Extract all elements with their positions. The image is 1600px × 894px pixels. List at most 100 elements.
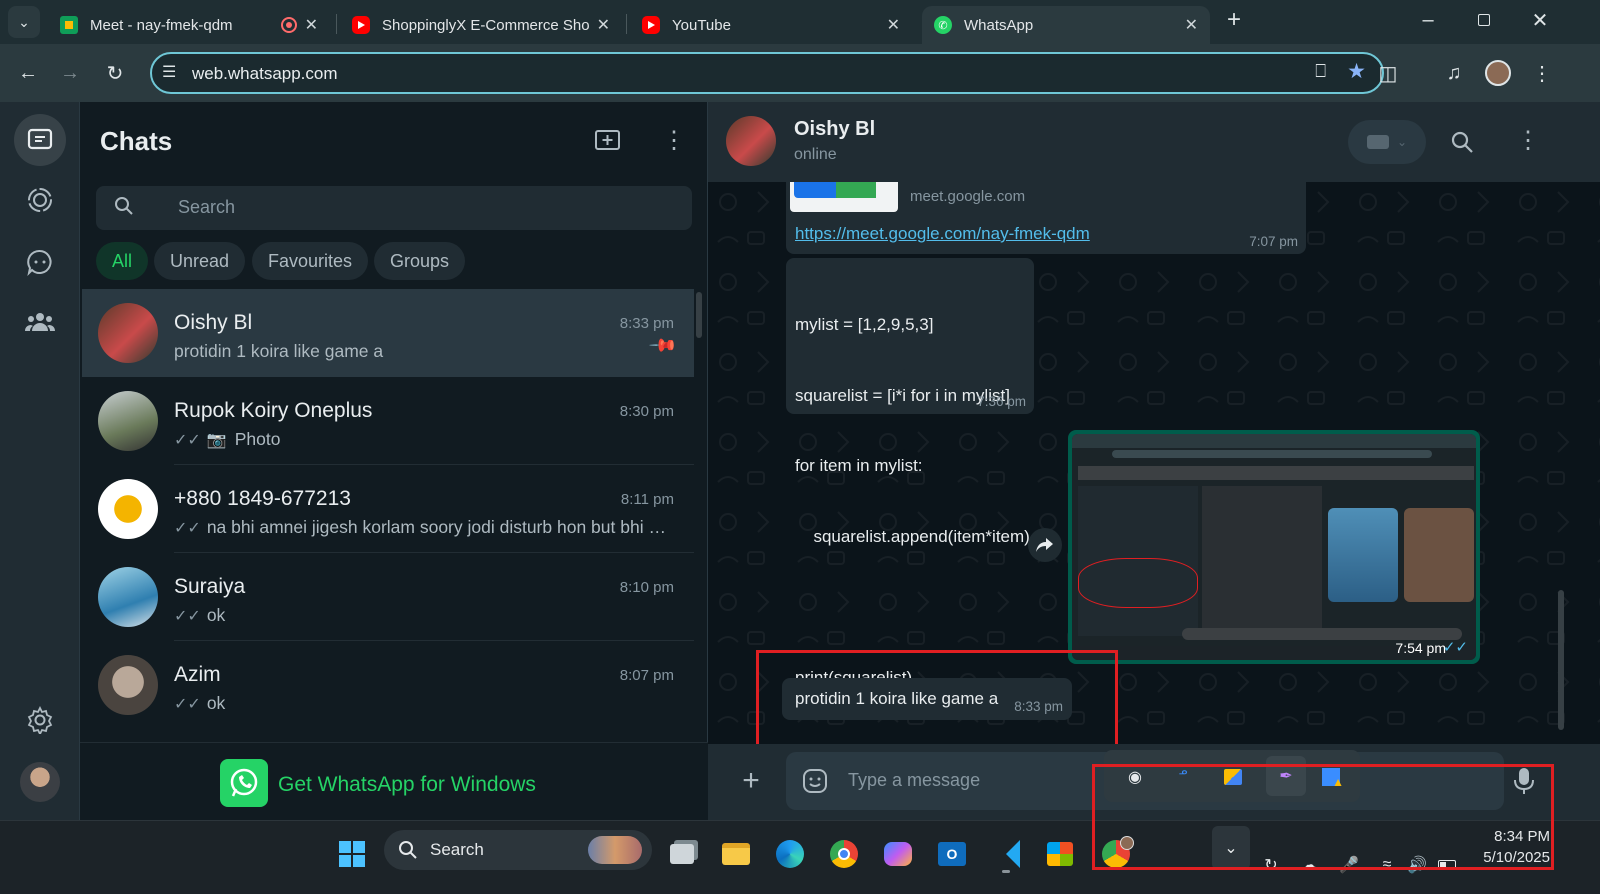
close-tab-icon[interactable]: ✕ [1185, 15, 1198, 35]
taskbar-search-text: Search [430, 840, 484, 859]
microsoft-store-icon[interactable] [1038, 832, 1082, 876]
chat-row[interactable]: Oishy Bl 8:33 pm protidin 1 koira like g… [82, 289, 694, 377]
chat-list-menu-icon[interactable]: ⋮ [662, 126, 686, 155]
settings-icon[interactable] [14, 694, 66, 746]
forward-icon[interactable]: → [54, 57, 86, 89]
profile-avatar[interactable] [1482, 57, 1514, 89]
address-bar[interactable]: ☰ web.whatsapp.com ⎕ ★ [150, 52, 1384, 94]
conversation-scrollbar[interactable] [1558, 590, 1564, 730]
chat-time: 8:30 pm [619, 403, 674, 420]
chat-preview: protidin 1 koira like game a [174, 341, 384, 361]
contact-avatar [98, 567, 158, 627]
filter-all[interactable]: All [96, 242, 149, 280]
reload-icon[interactable]: ↻ [99, 57, 131, 89]
attach-icon[interactable]: + [736, 766, 766, 796]
tab-search-dropdown-icon[interactable]: ⌄ [8, 6, 40, 38]
site-info-icon[interactable]: ☰ [162, 62, 176, 82]
active-app-indicator [1002, 870, 1010, 873]
video-call-button[interactable]: ⌄ [1348, 120, 1426, 164]
chat-name: Rupok Koiry Oneplus [174, 399, 373, 422]
channels-icon[interactable] [14, 236, 66, 288]
chat-list-scrollbar[interactable] [696, 292, 702, 338]
url-text: web.whatsapp.com [192, 64, 338, 83]
link-preview-thumbnail [790, 182, 898, 212]
chrome-icon[interactable] [822, 832, 866, 876]
meet-link[interactable]: https://meet.google.com/nay-fmek-qdm [795, 224, 1090, 244]
restore-icon[interactable] [1468, 4, 1500, 36]
contact-header-avatar[interactable] [726, 116, 776, 166]
chat-row[interactable]: Azim 8:07 pm ✓✓ ok [82, 641, 694, 729]
outlook-icon[interactable]: O [930, 832, 974, 876]
shared-screenshot-image [1072, 434, 1476, 660]
file-explorer-icon[interactable] [714, 832, 758, 876]
contact-avatar [98, 391, 158, 451]
double-tick-icon: ✓✓ [174, 695, 201, 713]
new-tab-icon[interactable]: + [1218, 4, 1250, 36]
tab-title: Meet - nay-fmek-qdm [90, 16, 233, 34]
install-app-icon[interactable]: ⎕ [1315, 61, 1326, 82]
tab-meet[interactable]: Meet - nay-fmek-qdm ✕ [48, 6, 330, 44]
bookmark-star-icon[interactable]: ★ [1347, 59, 1366, 84]
chats-title: Chats [100, 126, 173, 156]
emoji-icon[interactable] [802, 768, 828, 799]
contact-avatar [98, 655, 158, 715]
task-view-icon[interactable] [660, 832, 704, 876]
taskbar-search[interactable]: Search [384, 830, 652, 870]
double-tick-icon: ✓✓ [174, 431, 201, 449]
search-icon [114, 196, 134, 221]
chat-preview: ✓✓ na bhi amnei jigesh korlam soory jodi… [174, 517, 674, 537]
chats-icon[interactable] [14, 114, 66, 166]
close-window-icon[interactable]: ✕ [1524, 4, 1556, 36]
search-input[interactable]: Search [96, 186, 692, 230]
chat-name: Azim [174, 663, 221, 686]
link-domain: meet.google.com [910, 188, 1026, 205]
minimize-icon[interactable]: – [1412, 4, 1444, 36]
filter-groups[interactable]: Groups [374, 242, 466, 280]
forward-icon[interactable] [1028, 528, 1062, 562]
tab-shoppinglyx[interactable]: ShoppinglyX E-Commerce Shop ✕ [340, 6, 622, 44]
get-whatsapp-link[interactable]: Get WhatsApp for Windows [278, 773, 536, 797]
new-chat-icon[interactable] [594, 128, 622, 154]
tab-title: YouTube [672, 16, 731, 34]
search-messages-icon[interactable] [1450, 130, 1474, 159]
image-message-bubble[interactable]: 7:54 pm ✓✓ [1068, 430, 1480, 664]
chat-row[interactable]: Rupok Koiry Oneplus 8:30 pm ✓✓ 📷 Photo [82, 377, 694, 465]
status-icon[interactable] [14, 174, 66, 226]
tab-youtube[interactable]: YouTube ✕ [630, 6, 912, 44]
message-time: 7:54 pm [1395, 640, 1446, 656]
code-message-bubble: mylist = [1,2,9,5,3] squarelist = [i*i f… [786, 258, 1034, 687]
double-tick-icon: ✓✓ [174, 519, 201, 537]
filter-favourites[interactable]: Favourites [252, 242, 369, 280]
code-line: mylist = [1,2,9,5,3] [795, 315, 934, 334]
contact-name[interactable]: Oishy Bl [794, 118, 875, 141]
chat-preview: ✓✓ 📷 Photo [174, 429, 281, 449]
chat-row[interactable]: Suraiya 8:10 pm ✓✓ ok [82, 553, 694, 641]
video-camera-icon [1366, 135, 1389, 149]
back-icon[interactable]: ← [12, 57, 44, 89]
chat-name: +880 1849-677213 [174, 487, 351, 510]
media-control-icon[interactable]: ♫ [1438, 57, 1470, 89]
copilot-icon[interactable] [876, 832, 920, 876]
conversation-menu-icon[interactable]: ⋮ [1516, 126, 1540, 155]
close-tab-icon[interactable]: ✕ [305, 15, 318, 35]
get-whatsapp-banner[interactable]: Get WhatsApp for Windows [80, 742, 708, 820]
edge-icon[interactable] [768, 832, 812, 876]
tab-title: WhatsApp [964, 16, 1034, 34]
browser-menu-icon[interactable]: ⋮ [1526, 57, 1558, 89]
close-tab-icon[interactable]: ✕ [887, 15, 900, 35]
windows-start-icon[interactable] [330, 832, 374, 876]
message-placeholder: Type a message [848, 770, 981, 790]
search-highlight-image [588, 836, 642, 864]
extensions-icon[interactable]: ◫ [1372, 57, 1404, 89]
message-time: 7:36 pm [977, 394, 1026, 409]
tab-title: ShoppinglyX E-Commerce Shop [382, 16, 589, 34]
tab-whatsapp[interactable]: ✆ WhatsApp ✕ [922, 6, 1210, 44]
message-time: 7:07 pm [1249, 234, 1298, 249]
close-tab-icon[interactable]: ✕ [597, 15, 610, 35]
communities-icon[interactable] [14, 296, 66, 348]
my-profile-avatar[interactable] [14, 756, 66, 808]
filter-unread[interactable]: Unread [154, 242, 246, 280]
youtube-icon [352, 16, 370, 34]
chat-row[interactable]: +880 1849-677213 8:11 pm ✓✓ na bhi amnei… [82, 465, 694, 553]
contact-avatar [98, 303, 158, 363]
